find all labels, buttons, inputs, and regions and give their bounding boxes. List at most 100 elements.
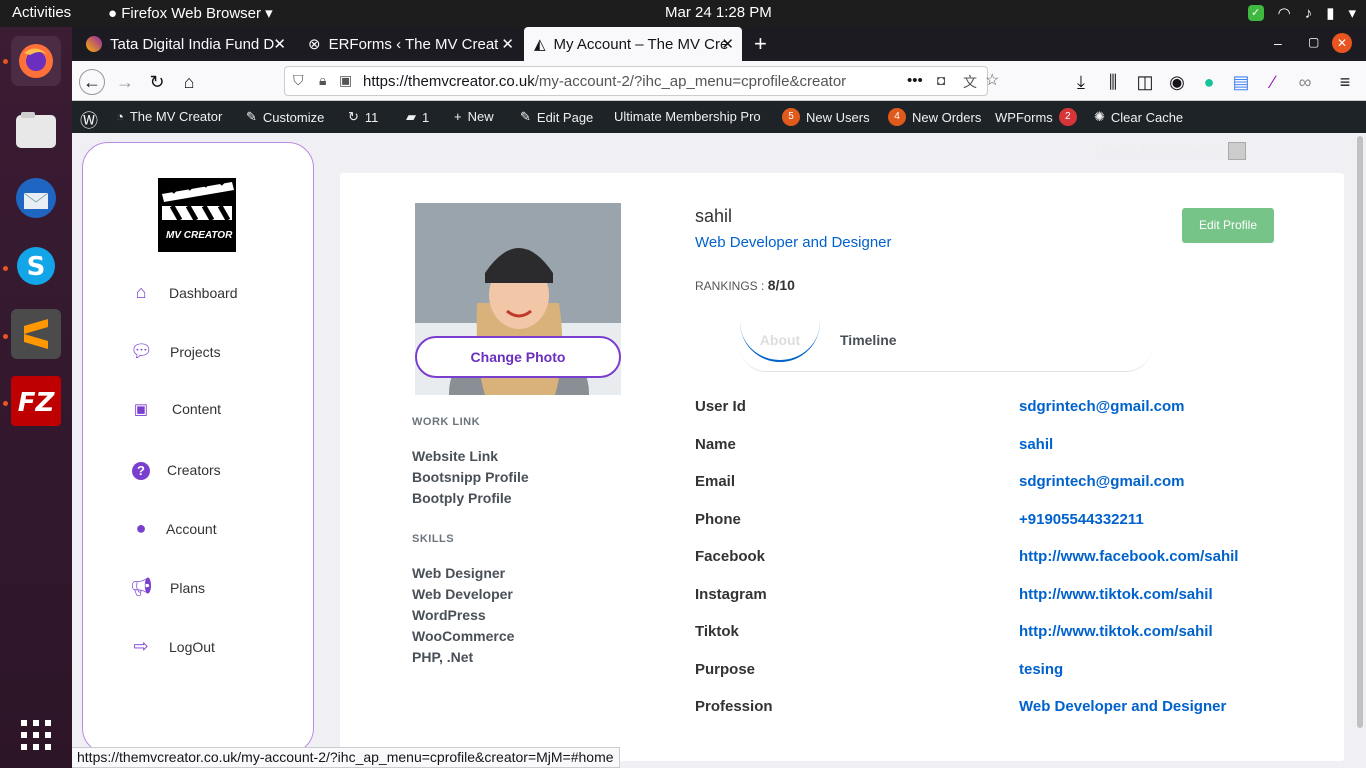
browser-nav-bar: ← → ↻ ⌂ ⛉ 🔒︎ ▣ https://themvcreator.co.u… [72, 61, 1366, 101]
lock-icon[interactable]: 🔒︎ [319, 72, 326, 89]
volume-icon: ♪ [1304, 4, 1313, 22]
thunderbird-icon[interactable] [11, 173, 61, 223]
updates-count: 11 [364, 109, 379, 125]
app-menu[interactable]: ● Firefox Web Browser ▾ [108, 4, 273, 22]
close-tab-icon[interactable]: ✕ [721, 35, 734, 53]
bookmark-star-icon[interactable]: ☆ [985, 70, 999, 90]
minimize-window-icon[interactable]: – [1274, 35, 1282, 51]
clock[interactable]: Mar 24 1:28 PM [665, 4, 772, 21]
shield-icon[interactable]: ⛉ [293, 72, 304, 89]
bootply-profile-link[interactable]: Bootply Profile [412, 490, 512, 506]
browser-tab-my-account[interactable]: ◭ My Account – The MV Cre ✕ [524, 27, 742, 61]
sidebar-toggle-icon[interactable]: ◫ [1132, 69, 1158, 95]
detail-value-instagram[interactable]: http://www.tiktok.com/sahil [1019, 586, 1213, 603]
sublime-text-icon[interactable] [11, 309, 61, 359]
tab-about[interactable]: About [740, 320, 820, 362]
sidebar-item-logout[interactable]: ⇨ LogOut [130, 636, 214, 657]
sidebar-item-label: Creators [167, 461, 221, 478]
system-tray[interactable]: ✓ ◠ ♪ ▮ ▾ [1247, 4, 1356, 22]
skills-heading: SKILLS [412, 533, 455, 545]
new-content-link[interactable]: + New [454, 109, 494, 124]
close-window-icon[interactable]: ✕ [1332, 33, 1352, 53]
profile-tabs: About Timeline [740, 320, 1152, 372]
app-grid-icon[interactable] [11, 710, 61, 760]
browser-tab-erforms[interactable]: ⊗ ERForms ‹ The MV Creat ✕ [298, 27, 522, 61]
edit-profile-button[interactable]: Edit Profile [1182, 208, 1274, 243]
sidebar-item-plans[interactable]: 📢︎ Plans [130, 577, 205, 598]
sidebar-item-content[interactable]: ▣ Content [130, 400, 221, 418]
home-button[interactable]: ⌂ [176, 69, 202, 95]
tab-label: Tata Digital India Fund D [110, 35, 275, 53]
skype-icon[interactable]: S [11, 241, 61, 291]
new-users-badge: 5 [782, 108, 800, 126]
new-users-link[interactable]: 5 New Users [782, 108, 870, 126]
wordpress-favicon-icon: ⊗ [308, 36, 321, 53]
bootsnipp-profile-link[interactable]: Bootsnipp Profile [412, 469, 529, 485]
url-bar[interactable]: ⛉ 🔒︎ ▣ https://themvcreator.co.uk/my-acc… [284, 66, 999, 96]
wpforms-link[interactable]: WPForms 2 [995, 108, 1077, 126]
logout-icon: ⇨ [133, 636, 149, 656]
chevron-down-icon: ▾ [265, 5, 273, 22]
permissions-icon[interactable]: ▣ [339, 72, 352, 89]
scrollbar-thumb[interactable] [1357, 136, 1363, 728]
updates-link[interactable]: ↻ 11 [348, 109, 378, 125]
tab-label: ERForms ‹ The MV Creat [328, 35, 499, 53]
site-name-link[interactable]: ◔ The MV Creator [116, 109, 222, 124]
clear-cache-link[interactable]: ✺ Clear Cache [1094, 109, 1183, 125]
detail-value-name: sahil [1019, 436, 1054, 453]
hamburger-menu-icon[interactable]: ≡ [1332, 69, 1358, 95]
wp-admin-bar: Ⓦ ◔ The MV Creator ✎ Customize ↻ 11 ▰ 1 + New… [72, 101, 1366, 133]
extension-icon[interactable]: ∞ [1292, 69, 1318, 95]
running-indicator [3, 334, 8, 339]
firefox-icon[interactable] [11, 36, 61, 86]
skill-item: Web Designer [412, 565, 506, 581]
sidebar-item-account[interactable]: ● Account [130, 518, 217, 539]
ultimate-membership-link[interactable]: Ultimate Membership Pro [614, 109, 761, 124]
website-link[interactable]: Website Link [412, 448, 498, 464]
detail-value-facebook[interactable]: http://www.facebook.com/sahil [1019, 548, 1238, 565]
cache-icon: ✺ [1094, 109, 1105, 124]
mv-creator-logo[interactable]: MV CREATOR [158, 174, 236, 252]
detail-label-name: Name [695, 436, 736, 453]
sidebar-item-projects[interactable]: 💬︎ Projects [130, 341, 221, 362]
translate-icon[interactable]: 文 [963, 72, 977, 92]
maximize-window-icon[interactable]: ▢ [1308, 35, 1319, 49]
customize-link[interactable]: ✎ Customize [246, 109, 324, 125]
detail-value-email: sdgrintech@gmail.com [1019, 473, 1185, 490]
translate-extension-icon[interactable]: ▤ [1228, 69, 1254, 95]
wpforms-label: WPForms [995, 109, 1053, 125]
tab-timeline[interactable]: Timeline [840, 332, 897, 348]
new-tab-button[interactable]: + [754, 31, 767, 57]
comments-link[interactable]: ▰ 1 [406, 109, 429, 125]
grammarly-icon[interactable]: ● [1196, 69, 1222, 95]
back-button[interactable]: ← [79, 69, 105, 95]
detail-value-tiktok[interactable]: http://www.tiktok.com/sahil [1019, 623, 1213, 640]
new-orders-link[interactable]: 4 New Orders [888, 108, 981, 126]
edit-page-link[interactable]: ✎ Edit Page [520, 109, 593, 125]
sidebar-item-dashboard[interactable]: ⌂ Dashboard [130, 282, 238, 303]
files-icon[interactable] [11, 105, 61, 155]
close-tab-icon[interactable]: ✕ [501, 35, 514, 53]
edit-page-label: Edit Page [536, 109, 594, 125]
forward-button[interactable]: → [112, 69, 138, 95]
wordpress-logo-icon[interactable]: Ⓦ [80, 107, 98, 133]
rankings-value: 8/10 [767, 277, 795, 293]
account-icon[interactable]: ◉ [1164, 69, 1190, 95]
comments-count: 1 [422, 109, 430, 125]
close-tab-icon[interactable]: ✕ [273, 35, 286, 53]
page-actions-icon[interactable]: ••• [907, 72, 923, 89]
url-text[interactable]: https://themvcreator.co.uk/my-account-2/… [363, 73, 903, 90]
downloads-icon[interactable]: ⤓ [1068, 69, 1094, 95]
library-icon[interactable]: ⫼ [1100, 69, 1126, 95]
user-icon: ● [135, 518, 147, 538]
activities-button[interactable]: Activities [12, 4, 71, 21]
filezilla-icon[interactable]: FZ [11, 376, 61, 426]
change-photo-button[interactable]: Change Photo [415, 336, 621, 378]
reload-button[interactable]: ↻ [144, 69, 170, 95]
pen-extension-icon[interactable]: ∕ [1260, 69, 1286, 95]
megaphone-icon: 📢︎ [130, 577, 153, 597]
sidebar-item-creators[interactable]: ? Creators [130, 459, 221, 480]
howdy-user[interactable]: Howdy, Rohit Sharma [1095, 142, 1247, 160]
browser-tab-tata[interactable]: Tata Digital India Fund D ✕ [76, 27, 294, 61]
pocket-icon[interactable]: ◘ [937, 72, 945, 88]
